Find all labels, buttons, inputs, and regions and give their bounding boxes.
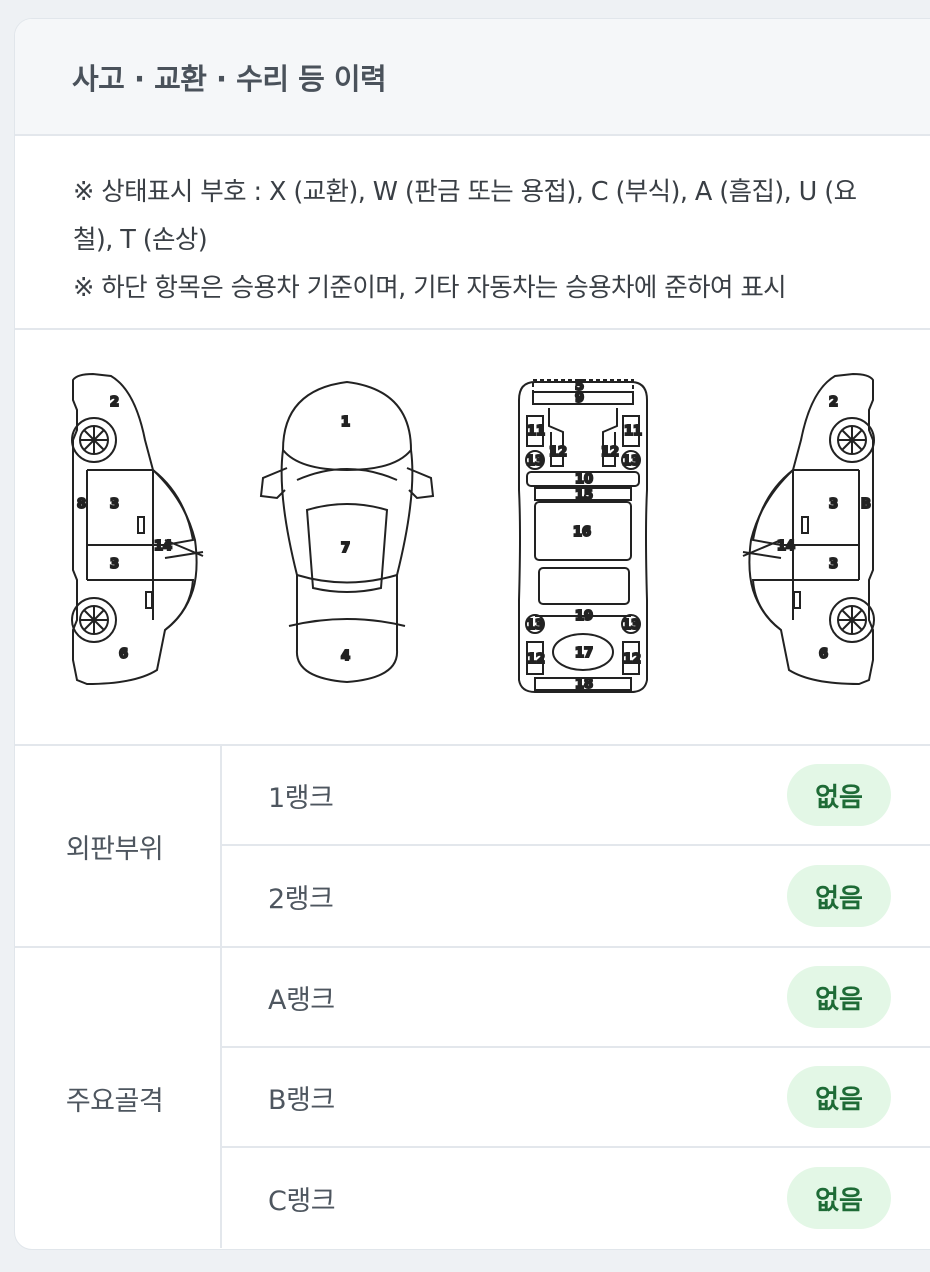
diagram-part-label: 14: [154, 539, 172, 554]
diagram-part-label: 11: [527, 424, 545, 439]
table-row: 2랭크 없음: [222, 846, 930, 946]
rank-label: C랭크: [268, 1185, 336, 1217]
diagram-part-label: 17: [575, 646, 593, 661]
car-part-diagram: 2 8 3 3 14 6 1 7 4 5 9 11 11 12 12 13 13…: [15, 330, 930, 746]
diagram-part-label: 7: [341, 541, 350, 556]
legend-basis-note: ※ 하단 항목은 승용차 기준이며, 기타 자동차는 승용차에 준하여 표시: [73, 273, 787, 303]
diagram-part-label: 3: [110, 557, 119, 572]
diagram-part-label: 12: [549, 445, 567, 460]
diagram-part-label: 9: [575, 391, 584, 406]
top-view: 1 7 4: [259, 380, 435, 684]
diagram-part-label: 15: [575, 488, 593, 503]
diagram-part-label: 16: [573, 525, 591, 540]
status-badge: 없음: [787, 966, 891, 1028]
diagram-part-label: 3: [829, 497, 838, 512]
group-label: 외판부위: [15, 746, 222, 946]
diagram-part-label: 12: [527, 652, 545, 667]
diagram-part-label: 6: [819, 647, 828, 662]
diagram-part-label: 13: [526, 618, 544, 633]
diagram-part-label: 18: [575, 677, 593, 692]
group-main-frame: 주요골격 A랭크 없음 B랭크 없음 C랭크 없음: [15, 948, 930, 1248]
diagram-part-label: 11: [624, 424, 642, 439]
diagram-part-label: 2: [829, 395, 838, 410]
table-row: A랭크 없음: [222, 948, 930, 1048]
legend-symbols-note: ※ 상태표시 부호 : X (교환), W (판금 또는 용접), C (부식)…: [73, 177, 857, 255]
diagram-part-label: 19: [575, 609, 593, 624]
diagram-part-label: B: [861, 497, 871, 512]
table-row: C랭크 없음: [222, 1148, 930, 1248]
card-title: 사고 · 교환 · 수리 등 이력: [72, 61, 387, 96]
diagram-part-label: 8: [77, 497, 86, 512]
card-header: 사고 · 교환 · 수리 등 이력: [15, 19, 930, 136]
diagram-part-label: 3: [110, 497, 119, 512]
status-badge: 없음: [787, 764, 891, 826]
status-legend: ※ 상태표시 부호 : X (교환), W (판금 또는 용접), C (부식)…: [15, 136, 930, 330]
rank-table: 외판부위 1랭크 없음 2랭크 없음 주요골격 A랭크 없음 B랭크 없음 C랭…: [15, 746, 930, 1248]
rank-label: 2랭크: [268, 883, 334, 915]
rank-label: B랭크: [268, 1084, 335, 1116]
diagram-part-label: 4: [341, 649, 350, 664]
table-row: 1랭크 없음: [222, 746, 930, 846]
group-label: 주요골격: [15, 948, 222, 1248]
status-badge: 없음: [787, 1066, 891, 1128]
diagram-part-label: 12: [601, 445, 619, 460]
rank-label: A랭크: [268, 984, 335, 1016]
diagram-part-label: 1: [341, 415, 350, 430]
diagram-part-label: 13: [622, 454, 640, 469]
diagram-part-label: 12: [623, 652, 641, 667]
status-badge: 없음: [787, 865, 891, 927]
diagram-part-label: 2: [110, 395, 119, 410]
rank-label: 1랭크: [268, 782, 334, 814]
diagram-part-label: 6: [119, 647, 128, 662]
table-row: B랭크 없음: [222, 1048, 930, 1148]
diagram-part-label: 14: [777, 539, 795, 554]
status-badge: 없음: [787, 1167, 891, 1229]
diagram-part-label: 3: [829, 557, 838, 572]
underbody-view: 5 9 11 11 12 12 13 13 10 15 16 19 13 13 …: [518, 378, 648, 693]
accident-history-card: 사고 · 교환 · 수리 등 이력 ※ 상태표시 부호 : X (교환), W …: [14, 18, 930, 1250]
left-side-view: 2 8 3 3 14 6: [71, 372, 204, 686]
group-exterior-panels: 외판부위 1랭크 없음 2랭크 없음: [15, 746, 930, 948]
diagram-part-label: 13: [526, 454, 544, 469]
diagram-part-label: 13: [622, 618, 640, 633]
diagram-part-label: 10: [575, 472, 593, 487]
right-side-view: [742, 372, 875, 686]
